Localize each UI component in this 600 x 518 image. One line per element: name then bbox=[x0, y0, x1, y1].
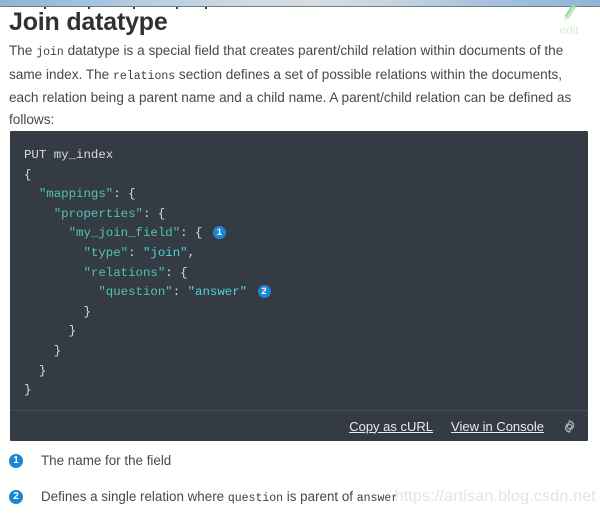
code-console: PUT my_index { "mappings": { "properties… bbox=[10, 131, 588, 441]
footnote-item: 2 Defines a single relation where questi… bbox=[9, 488, 591, 508]
page-title: Join datatype bbox=[9, 7, 168, 37]
console-action-bar: Copy as cURL View in Console bbox=[10, 410, 588, 441]
inline-code: answer bbox=[357, 492, 398, 505]
gear-icon[interactable] bbox=[560, 417, 578, 435]
intro-paragraph: The join datatype is a special field tha… bbox=[9, 40, 591, 130]
footnote-list: 1 The name for the field 2 Defines a sin… bbox=[9, 452, 591, 518]
footnote-badge-1: 1 bbox=[9, 454, 23, 468]
copy-as-curl-button[interactable]: Copy as cURL bbox=[349, 419, 433, 434]
inline-code: question bbox=[228, 492, 283, 505]
browser-chrome-strip bbox=[0, 0, 600, 7]
footnote-text-2: Defines a single relation where question… bbox=[41, 488, 591, 508]
pencil-icon bbox=[546, 2, 592, 24]
footnote-item: 1 The name for the field bbox=[9, 452, 591, 470]
code-block[interactable]: PUT my_index { "mappings": { "properties… bbox=[24, 146, 574, 401]
code-callout-badge-2: 2 bbox=[258, 285, 271, 298]
code-callout-badge-1: 1 bbox=[213, 226, 226, 239]
footnote-text-1: The name for the field bbox=[41, 452, 591, 470]
edit-link[interactable]: edit bbox=[546, 2, 592, 36]
footnote-badge-2: 2 bbox=[9, 490, 23, 504]
edit-label: edit bbox=[546, 24, 592, 36]
inline-code: join bbox=[36, 46, 64, 59]
code-area[interactable]: PUT my_index { "mappings": { "properties… bbox=[10, 131, 588, 410]
page-root: edit Join datatype The join datatype is … bbox=[0, 0, 600, 518]
inline-code: relations bbox=[113, 70, 175, 83]
view-in-console-button[interactable]: View in Console bbox=[451, 419, 544, 434]
